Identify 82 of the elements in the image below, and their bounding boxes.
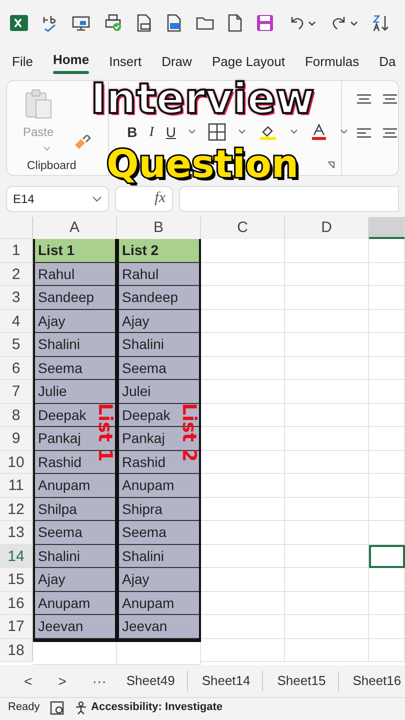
list-label: List 2: [179, 402, 198, 462]
name-box[interactable]: E14: [6, 186, 109, 212]
table-cell: Seema: [122, 524, 166, 540]
table-cell: Seema: [38, 524, 82, 540]
row-header[interactable]: 6: [0, 356, 33, 380]
table-cell: Jeevan: [122, 618, 168, 634]
table-cell: Anupam: [38, 477, 90, 493]
ribbon-tab[interactable]: File: [12, 48, 33, 76]
row-header[interactable]: 8: [0, 404, 33, 427]
sheet-tab[interactable]: Sheet16: [352, 671, 405, 691]
row-header[interactable]: 15: [0, 568, 33, 592]
table-cell: Deepak: [122, 406, 170, 422]
sheet-tab[interactable]: Sheet15: [277, 671, 339, 691]
table-cell: Sandeep: [38, 289, 94, 305]
accessibility-status[interactable]: Accessibility: Investigate: [91, 699, 222, 716]
row-header[interactable]: 1: [0, 239, 33, 262]
font-style-button[interactable]: B: [127, 122, 138, 142]
list-label: List 1: [95, 402, 114, 462]
table-cell: Shipra: [122, 500, 162, 516]
ribbon-tab[interactable]: Home: [52, 46, 90, 78]
sheet-nav-button[interactable]: ···: [86, 670, 112, 692]
table-cell: Ajay: [38, 312, 66, 328]
row-header[interactable]: 5: [0, 333, 33, 356]
table-cell: List 2: [117, 239, 201, 262]
font-style-button[interactable]: I: [149, 122, 154, 142]
ribbon-tab[interactable]: Page Layout: [212, 48, 285, 76]
overlay-title: Question: [106, 145, 299, 183]
row-header[interactable]: 12: [0, 498, 33, 521]
sheet-tab[interactable]: Sheet49: [126, 671, 188, 691]
table-cell: Jeevan: [38, 618, 84, 634]
table-cell: Pankaj: [38, 430, 81, 446]
row-header[interactable]: 10: [0, 450, 33, 474]
table-cell: Seema: [38, 360, 82, 376]
ribbon-tab[interactable]: Draw: [162, 48, 192, 76]
table-cell: Shalini: [122, 548, 164, 564]
table-cell: Pankaj: [122, 430, 165, 446]
row-header[interactable]: 2: [0, 262, 33, 286]
row-header[interactable]: 11: [0, 474, 33, 498]
table-cell: Anupam: [122, 477, 174, 493]
ribbon-tab[interactable]: Formulas: [304, 48, 360, 76]
table-cell: Anupam: [38, 594, 90, 610]
column-header[interactable]: A: [33, 217, 117, 239]
table-cell: Rahul: [38, 266, 75, 282]
column-header[interactable]: D: [285, 217, 369, 239]
row-header[interactable]: 17: [0, 615, 33, 638]
table-cell: Deepak: [38, 406, 86, 422]
table-cell: List 1: [33, 239, 117, 262]
table-cell: Ajay: [38, 571, 66, 587]
font-style-button[interactable]: U: [166, 122, 176, 142]
overlay-title: Interview: [90, 78, 314, 120]
table-cell: Sandeep: [122, 289, 178, 305]
function-label[interactable]: fx: [154, 187, 166, 210]
table-cell: Rashid: [38, 454, 82, 470]
table-cell: Rahul: [122, 266, 159, 282]
table-cell: Shalini: [38, 336, 80, 352]
table-cell: Julie: [38, 383, 67, 399]
row-header[interactable]: 18: [0, 638, 33, 662]
row-header[interactable]: 16: [0, 592, 33, 615]
row-header[interactable]: 14: [0, 544, 33, 568]
table-cell: Shilpa: [38, 500, 77, 516]
column-header[interactable]: B: [117, 217, 201, 239]
group-label: Clipboard: [27, 159, 76, 174]
sheet-tab[interactable]: Sheet14: [202, 671, 264, 691]
status-text: Ready: [8, 700, 40, 716]
table-cell: Seema: [122, 360, 166, 376]
ribbon-tab[interactable]: Insert: [109, 48, 142, 76]
ribbon-tab[interactable]: Da: [379, 48, 396, 76]
table-cell: Rashid: [122, 454, 166, 470]
table-cell: Anupam: [122, 594, 174, 610]
table-cell: Ajay: [122, 312, 150, 328]
row-header[interactable]: 13: [0, 521, 33, 544]
row-header[interactable]: 9: [0, 427, 33, 450]
sheet-nav-button[interactable]: <: [18, 670, 38, 692]
row-header[interactable]: 4: [0, 310, 33, 333]
table-cell: Shalini: [122, 336, 164, 352]
row-header[interactable]: 3: [0, 286, 33, 310]
table-cell: Julei: [122, 383, 151, 399]
row-header[interactable]: 7: [0, 380, 33, 404]
table-cell: Shalini: [38, 548, 80, 564]
column-header[interactable]: C: [201, 217, 285, 239]
sheet-nav-button[interactable]: >: [52, 670, 72, 692]
table-cell: Ajay: [122, 571, 150, 587]
